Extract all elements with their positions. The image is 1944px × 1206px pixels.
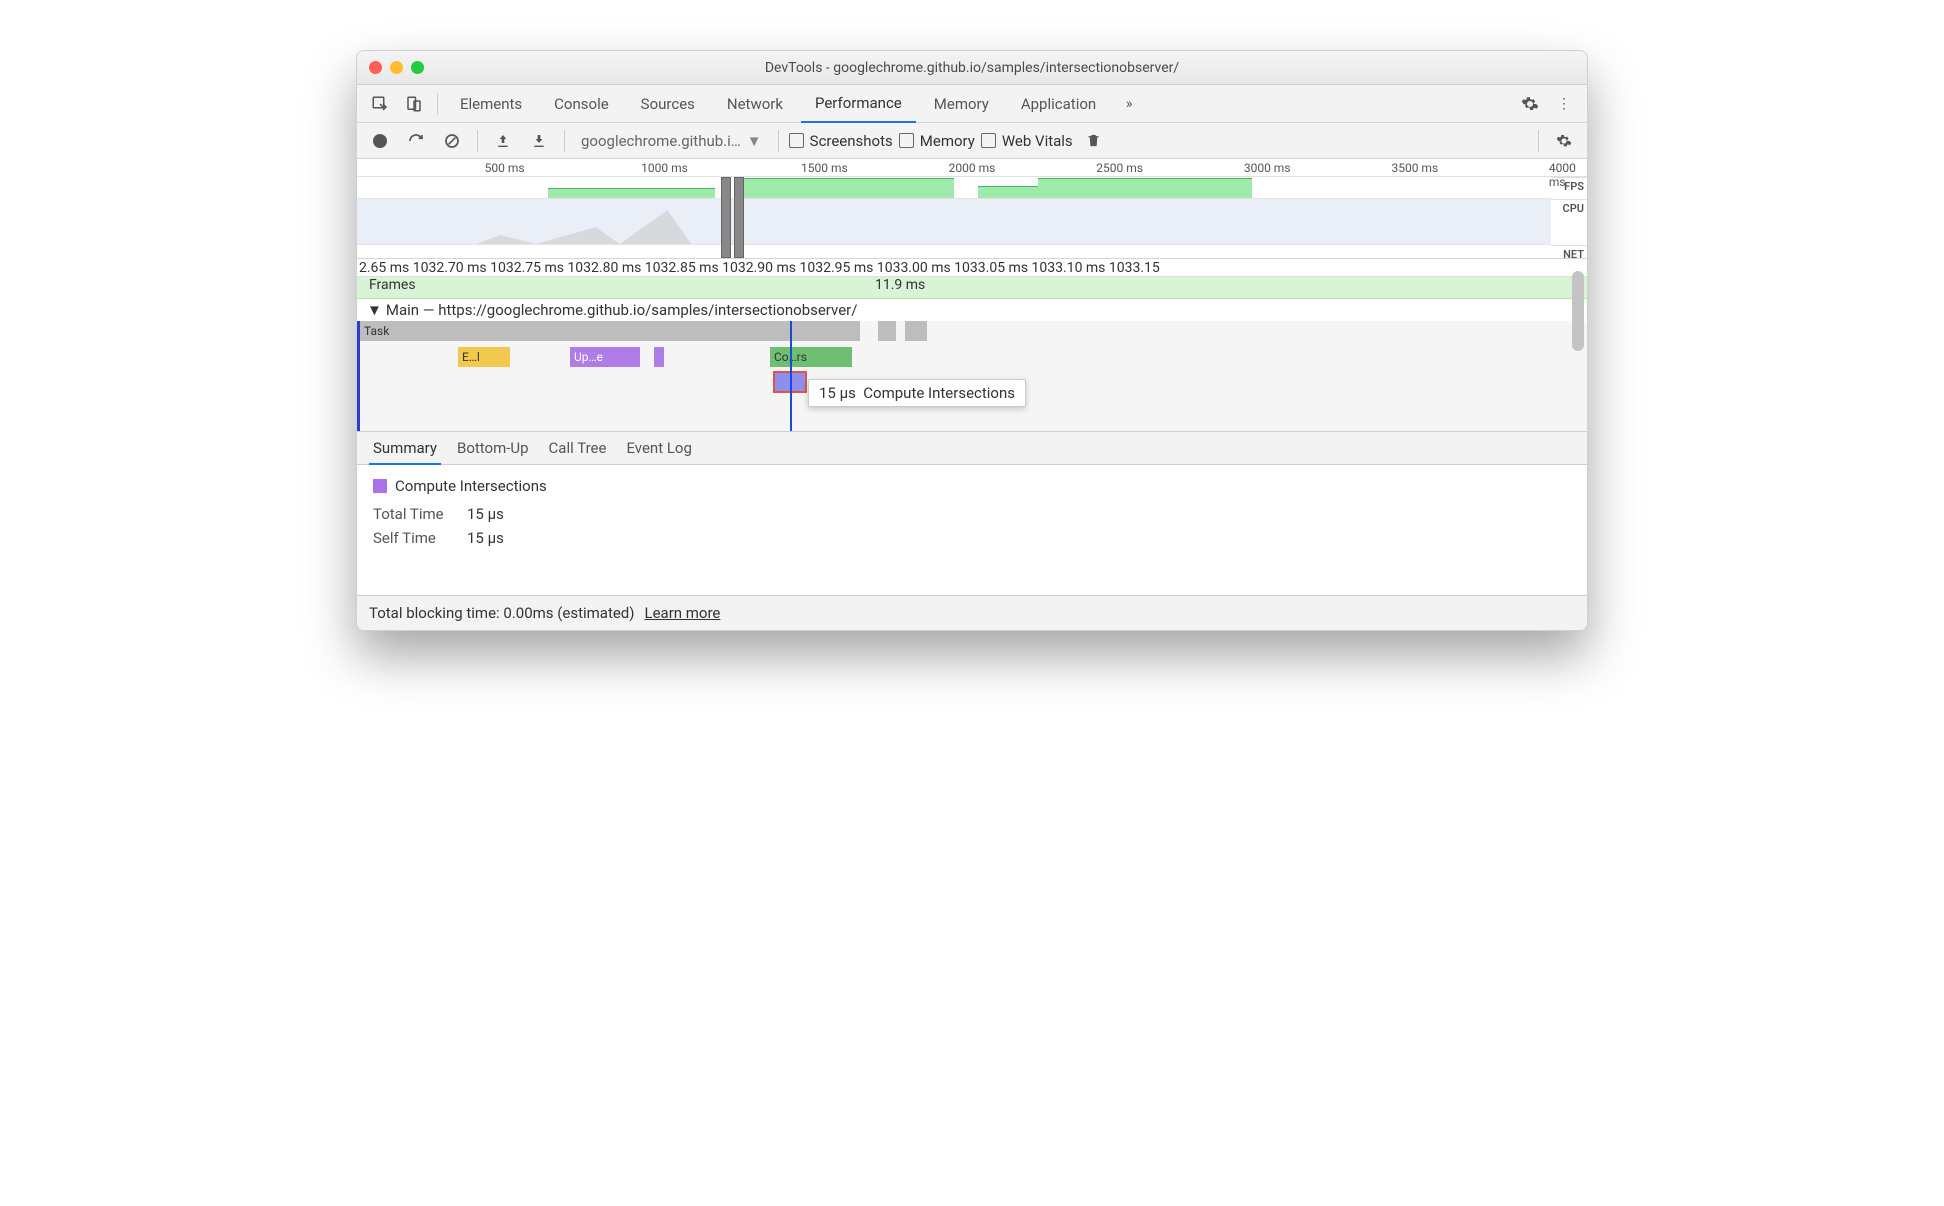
overview-track-labels: FPS CPU NET [1551, 177, 1587, 258]
tab-call-tree[interactable]: Call Tree [545, 432, 611, 464]
detail-tabs: Summary Bottom-Up Call Tree Event Log [357, 431, 1587, 465]
tab-elements[interactable]: Elements [446, 85, 536, 122]
flame-tooltip: 15 µs Compute Intersections [808, 379, 1026, 407]
trash-icon[interactable] [1079, 126, 1109, 156]
cpu-track [357, 199, 1551, 245]
task-bar[interactable]: Task [360, 321, 860, 341]
overview-ruler: 500 ms 1000 ms 1500 ms 2000 ms 2500 ms 3… [357, 159, 1587, 177]
blocking-time-text: Total blocking time: 0.00ms (estimated) [369, 604, 635, 622]
flame-chart[interactable]: Task E…l Up…e Co…rs 15 µs Compute Inters… [357, 321, 1587, 431]
gear-icon[interactable] [1515, 89, 1545, 119]
net-track [357, 245, 1551, 258]
task-bar[interactable] [878, 321, 896, 341]
tab-memory[interactable]: Memory [920, 85, 1003, 122]
frames-track[interactable]: Frames 11.9 ms [357, 277, 1587, 299]
tab-bottom-up[interactable]: Bottom-Up [453, 432, 533, 464]
reload-button[interactable] [401, 126, 431, 156]
event-bar[interactable]: E…l [458, 347, 510, 367]
event-bar[interactable] [654, 347, 664, 367]
fps-track [357, 177, 1551, 199]
tab-network[interactable]: Network [713, 85, 797, 122]
separator [437, 93, 438, 115]
summary-event-name: Compute Intersections [395, 477, 547, 495]
profile-dropdown[interactable]: googlechrome.github.i… ▼ [575, 132, 768, 150]
minimize-button[interactable] [390, 61, 403, 74]
range-handle-right[interactable] [734, 177, 744, 258]
tab-application[interactable]: Application [1007, 85, 1110, 122]
tooltip-time: 15 µs [819, 384, 856, 402]
footer: Total blocking time: 0.00ms (estimated) … [357, 595, 1587, 630]
event-bar[interactable]: Co…rs [770, 347, 852, 367]
memory-checkbox[interactable]: Memory [899, 132, 975, 150]
close-button[interactable] [369, 61, 382, 74]
panel-tabs: Elements Console Sources Network Perform… [357, 85, 1587, 123]
tab-sources[interactable]: Sources [627, 85, 709, 122]
device-toolbar-icon[interactable] [399, 89, 429, 119]
tab-event-log[interactable]: Event Log [622, 432, 695, 464]
tooltip-name: Compute Intersections [863, 384, 1015, 402]
record-button[interactable] [365, 126, 395, 156]
main-thread-label: Main — https://googlechrome.github.io/sa… [386, 301, 858, 319]
window-title: DevTools - googlechrome.github.io/sample… [369, 60, 1575, 76]
flame-ruler[interactable]: 2.65 ms 1032.70 ms 1032.75 ms 1032.80 ms… [357, 259, 1587, 277]
separator [477, 130, 478, 152]
separator [1538, 130, 1539, 152]
event-color-swatch [373, 479, 387, 493]
save-profile-icon[interactable] [524, 126, 554, 156]
event-bar[interactable]: Up…e [570, 347, 640, 367]
frames-value: 11.9 ms [425, 277, 925, 298]
total-time-value: 15 µs [467, 505, 504, 523]
clear-button[interactable] [437, 126, 467, 156]
tab-console[interactable]: Console [540, 85, 623, 122]
range-handle-left[interactable] [721, 177, 731, 258]
learn-more-link[interactable]: Learn more [645, 604, 721, 622]
inspect-icon[interactable] [365, 89, 395, 119]
perf-toolbar: googlechrome.github.i… ▼ Screenshots Mem… [357, 123, 1587, 159]
load-profile-icon[interactable] [488, 126, 518, 156]
scrollbar[interactable] [1572, 271, 1584, 351]
maximize-button[interactable] [411, 61, 424, 74]
more-tabs-icon[interactable]: » [1114, 89, 1144, 119]
overview-pane[interactable]: 500 ms 1000 ms 1500 ms 2000 ms 2500 ms 3… [357, 159, 1587, 259]
kebab-icon[interactable]: ⋮ [1549, 89, 1579, 119]
total-time-label: Total Time [373, 505, 453, 523]
main-thread-header[interactable]: ▼ Main — https://googlechrome.github.io/… [357, 299, 1587, 321]
web-vitals-checkbox[interactable]: Web Vitals [981, 132, 1073, 150]
self-time-value: 15 µs [467, 529, 504, 547]
disclosure-triangle-icon[interactable]: ▼ [367, 301, 382, 319]
capture-settings-icon[interactable] [1549, 126, 1579, 156]
self-time-label: Self Time [373, 529, 453, 547]
titlebar: DevTools - googlechrome.github.io/sample… [357, 51, 1587, 85]
devtools-window: DevTools - googlechrome.github.io/sample… [356, 50, 1588, 631]
frames-label: Frames [357, 277, 425, 298]
window-controls [369, 61, 424, 74]
playhead-cursor[interactable] [790, 321, 792, 431]
separator [564, 130, 565, 152]
summary-pane: Compute Intersections Total Time 15 µs Se… [357, 465, 1587, 595]
tab-performance[interactable]: Performance [801, 86, 916, 123]
tab-summary[interactable]: Summary [369, 433, 441, 465]
profile-dropdown-label: googlechrome.github.i… [581, 132, 741, 150]
separator [778, 130, 779, 152]
task-bar[interactable] [905, 321, 927, 341]
screenshots-checkbox[interactable]: Screenshots [789, 132, 893, 150]
